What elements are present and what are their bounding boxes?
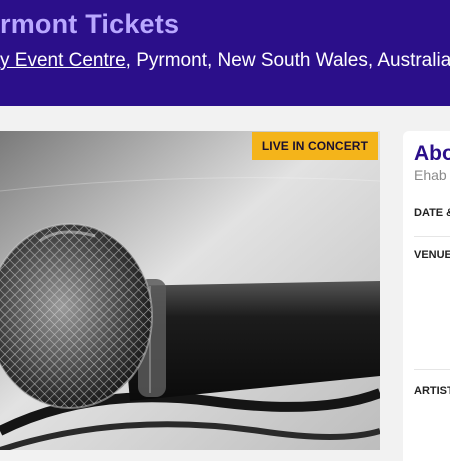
location-text: , Pyrmont, New South Wales, Australia <box>125 50 450 71</box>
event-hero-image: LIVE IN CONCERT <box>0 131 380 450</box>
live-in-concert-badge: LIVE IN CONCERT <box>251 132 378 160</box>
date-label: DATE & <box>414 207 450 219</box>
page-header: rmont Tickets y Event Centre, Pyrmont, N… <box>0 0 450 106</box>
venue-label: VENUE <box>414 249 450 261</box>
venue-link[interactable]: y Event Centre <box>0 50 126 71</box>
event-location: y Event Centre, Pyrmont, New South Wales… <box>0 50 450 72</box>
about-heading: Abo <box>414 142 450 165</box>
divider <box>414 236 450 237</box>
about-card: Abo Ehab T DATE & VENUE ARTIST <box>403 131 450 461</box>
divider <box>414 369 450 370</box>
artist-label: ARTIST <box>414 385 450 397</box>
page-title: rmont Tickets <box>0 9 180 39</box>
about-subheading: Ehab T <box>414 167 450 183</box>
microphone-image <box>0 131 380 450</box>
